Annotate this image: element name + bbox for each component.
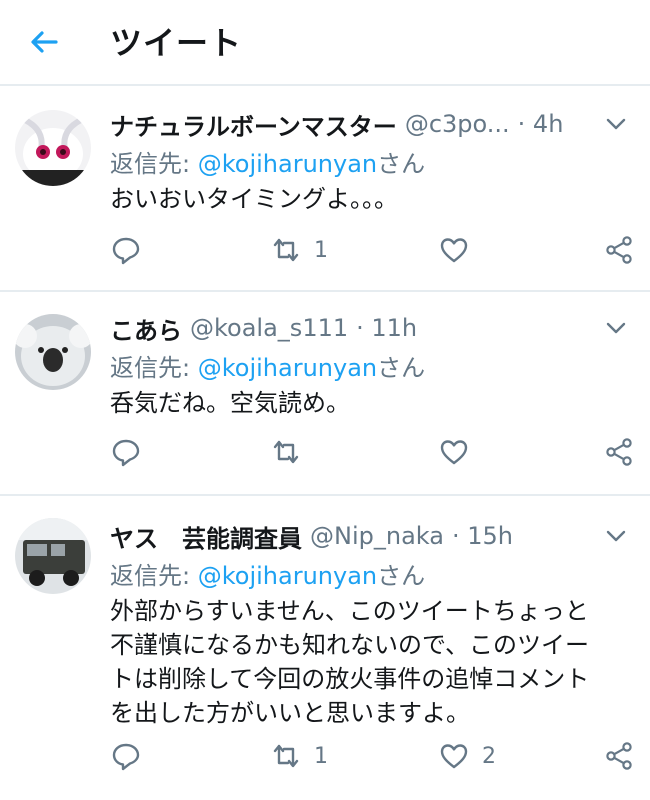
display-name[interactable]: こあら — [110, 311, 182, 346]
tweet[interactable]: こあら @koala_s111 · 11h 返信先: @kojiharunyan… — [0, 292, 650, 496]
heart-icon — [440, 238, 468, 263]
like-count: 2 — [482, 743, 496, 769]
tweet-header: ヤス 芸能調査員 @Nip_naka · 15h — [110, 518, 630, 554]
tweet-actions — [110, 432, 635, 472]
like-button[interactable] — [438, 230, 482, 270]
tweet-actions: 1 2 — [110, 736, 635, 776]
reply-icon — [112, 439, 140, 467]
tweet-text-line: を出した方がいいと思いますよ。 — [110, 699, 470, 727]
tweet-actions: 1 — [110, 230, 635, 270]
display-name[interactable]: ナチュラルボーンマスター — [110, 107, 397, 142]
tweet-text: 呑気だね。空気読め。 — [110, 389, 350, 417]
reply-to-mention[interactable]: @kojiharunyan — [198, 150, 377, 178]
reply-to-suffix: さん — [377, 150, 426, 178]
retweet-button[interactable] — [270, 432, 314, 472]
retweet-icon — [273, 440, 299, 464]
share-button[interactable] — [603, 736, 635, 776]
reply-to-prefix: 返信先: — [110, 354, 198, 382]
share-icon — [606, 742, 632, 770]
display-name[interactable]: ヤス 芸能調査員 — [110, 519, 302, 554]
reply-to-suffix: さん — [377, 562, 426, 590]
share-icon — [606, 438, 632, 466]
tweet-header: こあら @koala_s111 · 11h — [110, 310, 630, 346]
top-bar: ツイート — [0, 0, 650, 86]
share-button[interactable] — [603, 230, 635, 270]
reply-to-suffix: さん — [377, 354, 426, 382]
like-button[interactable] — [438, 432, 482, 472]
reply-to-line: 返信先: @kojiharunyanさん — [110, 556, 630, 590]
page-title: ツイート — [110, 24, 243, 62]
tweet-text-line: トは削除して今回の放火事件の追悼コメント — [110, 665, 590, 693]
retweet-button[interactable]: 1 — [270, 736, 328, 776]
tweet-header: ナチュラルボーンマスター @c3po... · 4h — [110, 106, 630, 142]
chevron-down-icon[interactable] — [602, 522, 630, 550]
share-button[interactable] — [603, 432, 635, 472]
reply-button[interactable] — [110, 230, 142, 270]
like-button[interactable]: 2 — [438, 736, 496, 776]
share-icon — [606, 236, 632, 264]
reply-to-mention[interactable]: @kojiharunyan — [198, 562, 377, 590]
reply-icon — [112, 743, 140, 771]
user-handle[interactable]: @Nip_naka — [310, 522, 444, 550]
tweet-text: 外部からすいません、このツイートちょっと 不謹慎になるかも知れないので、このツイ… — [110, 594, 630, 730]
retweet-count: 1 — [314, 743, 328, 769]
retweet-icon — [273, 238, 299, 262]
reply-button[interactable] — [110, 736, 142, 776]
reply-to-line: 返信先: @kojiharunyanさん — [110, 144, 630, 178]
reply-button[interactable] — [110, 432, 142, 472]
reply-to-mention[interactable]: @kojiharunyan — [198, 354, 377, 382]
avatar[interactable] — [15, 518, 91, 594]
reply-to-prefix: 返信先: — [110, 150, 198, 178]
heart-icon — [440, 744, 468, 769]
chevron-down-icon[interactable] — [602, 314, 630, 342]
tweet-text: おいおいタイミングよ。。。 — [110, 185, 398, 213]
tweet-text-line: 外部からすいません、このツイートちょっと — [110, 597, 589, 625]
heart-icon — [440, 440, 468, 465]
user-handle[interactable]: @koala_s111 — [190, 314, 348, 342]
tweet-text-line: 不謹慎になるかも知れないので、このツイー — [110, 631, 590, 659]
back-arrow-icon[interactable] — [24, 22, 64, 62]
tweet[interactable]: ヤス 芸能調査員 @Nip_naka · 15h 返信先: @kojiharun… — [0, 496, 650, 800]
reply-to-prefix: 返信先: — [110, 562, 198, 590]
avatar[interactable] — [15, 314, 91, 390]
retweet-icon — [273, 744, 299, 768]
reply-to-line: 返信先: @kojiharunyanさん — [110, 348, 630, 382]
timestamp[interactable]: · 4h — [518, 110, 564, 138]
user-handle[interactable]: @c3po... — [405, 110, 510, 138]
timestamp[interactable]: · 15h — [452, 522, 513, 550]
retweet-button[interactable]: 1 — [270, 230, 328, 270]
timestamp[interactable]: · 11h — [356, 314, 417, 342]
chevron-down-icon[interactable] — [602, 110, 630, 138]
tweet[interactable]: ナチュラルボーンマスター @c3po... · 4h 返信先: @kojihar… — [0, 86, 650, 292]
retweet-count: 1 — [314, 237, 328, 263]
reply-icon — [112, 237, 140, 265]
avatar[interactable] — [15, 110, 91, 186]
